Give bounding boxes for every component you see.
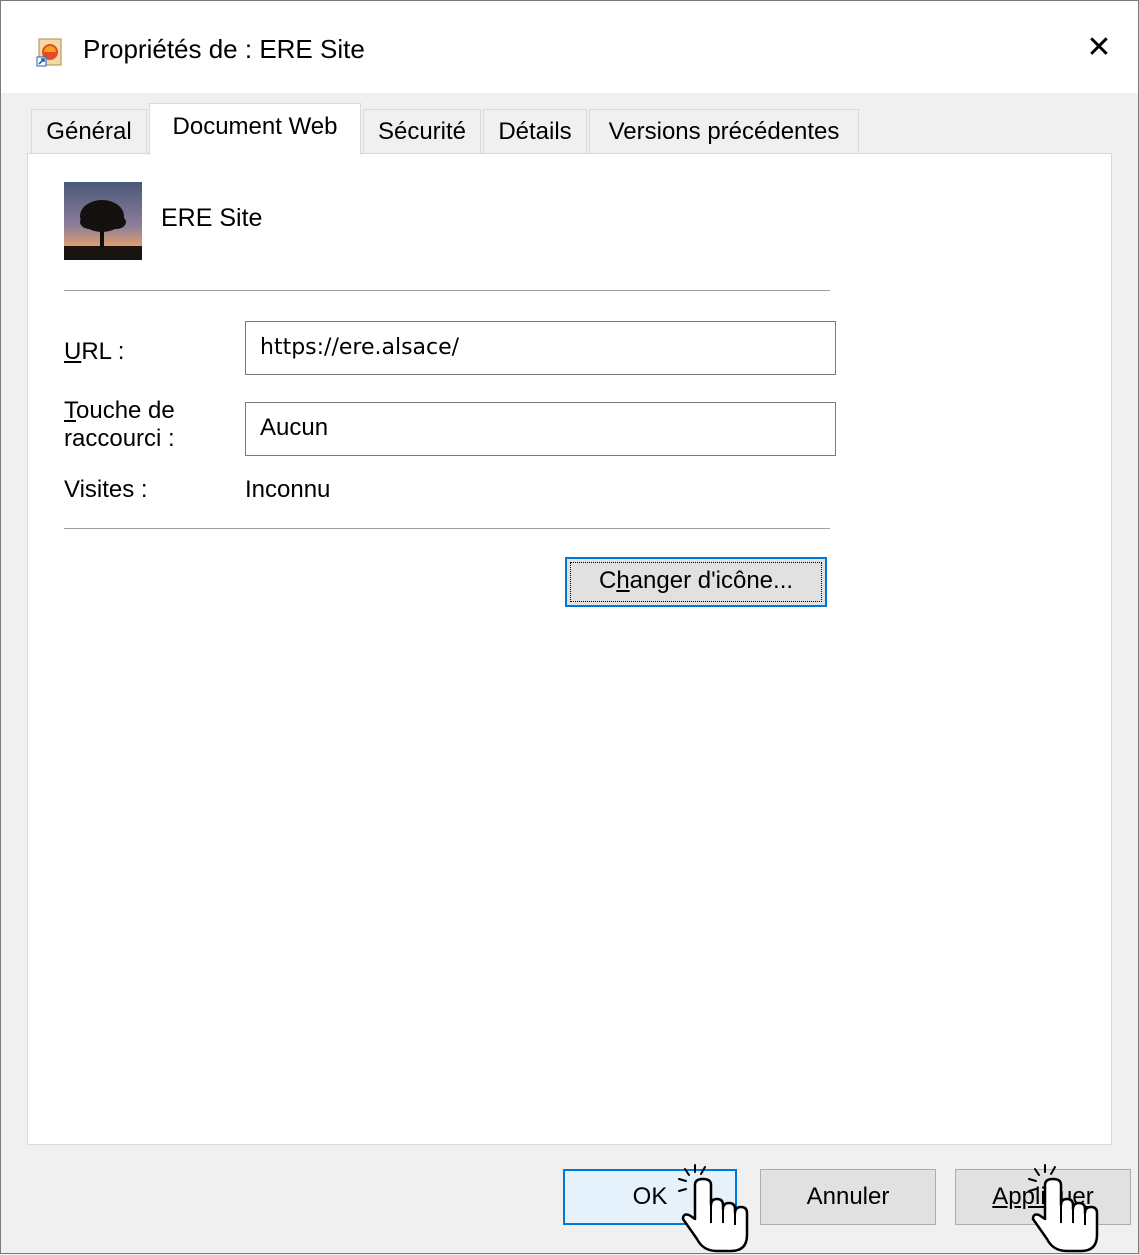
- hotkey-label: Touche de raccourci :: [64, 397, 175, 452]
- tab-securite[interactable]: Sécurité: [363, 109, 481, 153]
- tab-details[interactable]: Détails: [483, 109, 587, 153]
- internet-shortcut-icon: [36, 38, 62, 67]
- visits-value: Inconnu: [245, 476, 331, 503]
- tab-strip: Général Document Web Sécurité Détails Ve…: [31, 103, 1131, 155]
- focus-rectangle: [570, 562, 822, 602]
- separator-top: [64, 290, 830, 291]
- separator-bottom: [64, 528, 830, 529]
- tab-versions-precedentes[interactable]: Versions précédentes: [589, 109, 859, 153]
- window-title: Propriétés de : ERE Site: [83, 34, 365, 64]
- hotkey-value: Aucun: [260, 414, 329, 441]
- ok-button[interactable]: OK: [563, 1169, 737, 1225]
- shortcut-thumbnail-icon: [64, 182, 142, 260]
- cancel-button[interactable]: Annuler: [760, 1169, 936, 1225]
- hotkey-field[interactable]: Aucun: [245, 402, 836, 456]
- visits-label: Visites :: [64, 476, 148, 503]
- close-icon: ✕: [1086, 29, 1112, 65]
- title-bar[interactable]: Propriétés de : ERE Site ✕: [1, 1, 1138, 93]
- apply-label: Appliquer: [992, 1183, 1094, 1210]
- cancel-label: Annuler: [806, 1183, 890, 1210]
- apply-button[interactable]: Appliquer: [955, 1169, 1131, 1225]
- shortcut-name: ERE Site: [161, 204, 263, 232]
- tab-general[interactable]: Général: [31, 109, 147, 153]
- url-field[interactable]: https://ere.alsace/: [245, 321, 836, 375]
- url-value: https://ere.alsace/: [260, 335, 460, 360]
- tab-document-web[interactable]: Document Web: [149, 103, 361, 155]
- ok-label: OK: [632, 1183, 668, 1210]
- close-button[interactable]: ✕: [1060, 1, 1138, 93]
- properties-dialog: Propriétés de : ERE Site ✕ Général Docum…: [0, 0, 1139, 1254]
- tab-panel-document-web: ERE Site URL : https://ere.alsace/ Touch…: [27, 153, 1112, 1145]
- change-icon-button[interactable]: Changer d'icône...: [565, 557, 827, 607]
- url-label: URL :: [64, 338, 125, 365]
